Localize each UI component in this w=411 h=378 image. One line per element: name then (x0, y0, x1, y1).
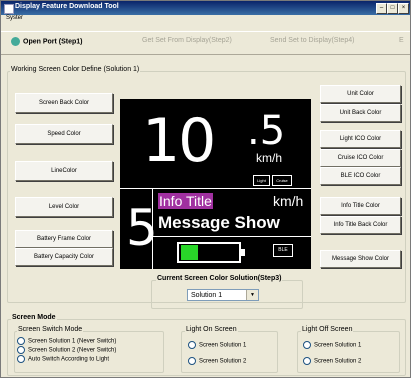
minimize-button[interactable]: – (376, 3, 387, 14)
message-show: Message Show (158, 213, 280, 232)
chevron-down-icon[interactable]: ▼ (246, 290, 258, 300)
radio-circle (188, 357, 196, 365)
screen-back-color-button[interactable]: Screen Back Color (15, 93, 113, 113)
open-port-label: Open Port (Step1) (23, 38, 83, 46)
open-port-button[interactable]: Open Port (Step1) (11, 37, 83, 46)
light-off-title: Light Off Screen (301, 326, 354, 333)
light-on-title: Light On Screen (185, 326, 238, 333)
info-title: Info Title (158, 193, 213, 209)
battery-capacity-color-button[interactable]: Battery Capacity Color (15, 248, 113, 266)
toolbar: Open Port (Step1) Get Set From Display(S… (1, 31, 410, 55)
port-icon (11, 37, 20, 46)
menu-system[interactable]: Syster (6, 15, 23, 21)
radio-light-on-solution-1[interactable]: Screen Solution 1 (188, 341, 246, 349)
speed-unit: km/h (256, 151, 283, 165)
solution-label: Current Screen Color Solution(Step3) (156, 275, 283, 282)
get-set-button[interactable]: Get Set From Display(Step2) (142, 37, 232, 44)
radio-solution-2-never[interactable]: Screen Solution 2 (Never Switch) (17, 346, 116, 354)
solution-select[interactable]: Solution 1 ▼ (187, 289, 259, 301)
menu-bar: Syster (1, 15, 410, 25)
radio-light-off-solution-2[interactable]: Screen Solution 2 (303, 357, 361, 365)
assist-level: 5 (126, 199, 158, 257)
maximize-button[interactable]: □ (387, 3, 398, 14)
radio-light-on-solution-2[interactable]: Screen Solution 2 (188, 357, 246, 365)
radio-solution-1-never[interactable]: Screen Solution 1 (Never Switch) (17, 337, 116, 345)
cruise-ico-color-button[interactable]: Cruise ICO Color (320, 149, 401, 167)
info-title-color-button[interactable]: Info Title Color (320, 197, 401, 215)
display-preview: 10 .5 km/h Light Cruise 5 Info Title km/… (120, 99, 311, 269)
battery-cell (191, 245, 198, 260)
divider-horizontal-2 (153, 236, 311, 237)
ble-indicator: BLE (273, 244, 293, 257)
light-ico-color-button[interactable]: Light ICO Color (320, 130, 401, 148)
solution-select-value: Solution 1 (191, 292, 223, 299)
cruise-indicator: Cruise (272, 175, 292, 186)
window-title: Display Feature Download Tool (15, 3, 119, 10)
info-unit: km/h (273, 193, 304, 209)
message-show-color-button[interactable]: Message Show Color (320, 250, 401, 268)
light-indicator: Light (253, 175, 270, 186)
speed-integer: 10 (142, 106, 216, 176)
app-window: Display Feature Download Tool – □ × Syst… (0, 0, 411, 378)
level-color-button[interactable]: Level Color (15, 197, 113, 217)
battery-cell (181, 245, 191, 260)
working-screen-group-title: Working Screen Color Define (Solution 1) (10, 66, 141, 73)
speed-color-button[interactable]: Speed Color (15, 124, 113, 144)
radio-circle (17, 346, 25, 354)
send-set-button[interactable]: Send Set to Display(Step4) (270, 37, 354, 44)
radio-light-off-solution-1[interactable]: Screen Solution 1 (303, 341, 361, 349)
toolbar-more-button[interactable]: E (399, 37, 404, 44)
battery-tip (241, 249, 245, 256)
screen-mode-title: Screen Mode (11, 314, 57, 321)
radio-circle (17, 355, 25, 363)
radio-circle (17, 337, 25, 345)
ble-ico-color-button[interactable]: BLE ICO Color (320, 167, 401, 185)
radio-circle (303, 341, 311, 349)
speed-decimal: .5 (247, 108, 286, 154)
line-color-button[interactable]: LineColor (15, 161, 113, 181)
radio-circle (303, 357, 311, 365)
switch-mode-title: Screen Switch Mode (17, 326, 84, 333)
unit-back-color-button[interactable]: Unit Back Color (320, 104, 401, 122)
divider-horizontal (120, 188, 311, 189)
title-bar: Display Feature Download Tool – □ × (1, 1, 410, 15)
close-button[interactable]: × (398, 3, 409, 14)
info-title-back-color-button[interactable]: Info Title Back Color (320, 216, 401, 234)
light-on-group (181, 331, 278, 373)
battery-icon (177, 242, 245, 263)
battery-frame-color-button[interactable]: Battery Frame Color (15, 230, 113, 248)
light-off-group (297, 331, 400, 373)
unit-color-button[interactable]: Unit Color (320, 85, 401, 103)
app-icon (4, 4, 14, 14)
radio-auto-switch[interactable]: Auto Switch According to Light (17, 355, 109, 363)
radio-circle (188, 341, 196, 349)
